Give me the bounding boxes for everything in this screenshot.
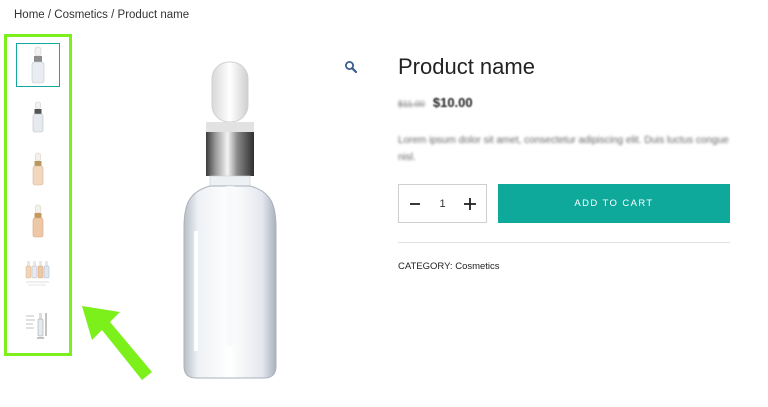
product-category: CATEGORY: Cosmetics [398,261,500,272]
dimension-diagram-thumb-icon [26,313,47,339]
amber-bottle-thumb-icon [32,152,44,186]
thumbnail-3[interactable] [16,147,60,191]
dropper-bottle-thumb-icon [31,46,45,84]
dropper-bottle-thumb-icon [32,101,44,133]
quantity-stepper [398,184,487,223]
quantity-input[interactable] [432,197,453,210]
product-title: Product name [398,54,535,79]
bottle-set-thumb-icon [25,261,50,286]
thumbnail-5[interactable] [16,251,60,295]
amber-bottle-thumb-icon [32,204,44,238]
product-main-image[interactable] [180,56,280,382]
plus-icon [464,197,476,210]
category-label: CATEGORY: [398,261,453,272]
thumbnail-6[interactable] [16,303,60,347]
breadcrumb[interactable]: Home / Cosmetics / Product name [14,9,189,21]
magnifier-icon[interactable] [344,60,358,74]
decrease-quantity-button[interactable] [406,195,424,213]
divider [398,242,730,243]
price-sale: $10.00 [432,95,473,110]
thumbnail-2[interactable] [16,95,60,139]
minus-icon [410,202,420,205]
price: $11.00 $10.00 [398,95,473,110]
add-to-cart-button[interactable]: ADD TO CART [498,184,730,223]
product-short-description: Lorem ipsum dolor sit amet, consectetur … [398,135,729,163]
thumbnail-gallery-highlight [4,34,72,356]
thumbnail-4[interactable] [16,199,60,243]
thumbnail-1[interactable] [16,43,60,87]
price-regular: $11.00 [398,99,425,109]
highlight-arrow-icon [82,306,152,380]
increase-quantity-button[interactable] [461,195,479,213]
category-link[interactable]: Cosmetics [455,261,499,272]
